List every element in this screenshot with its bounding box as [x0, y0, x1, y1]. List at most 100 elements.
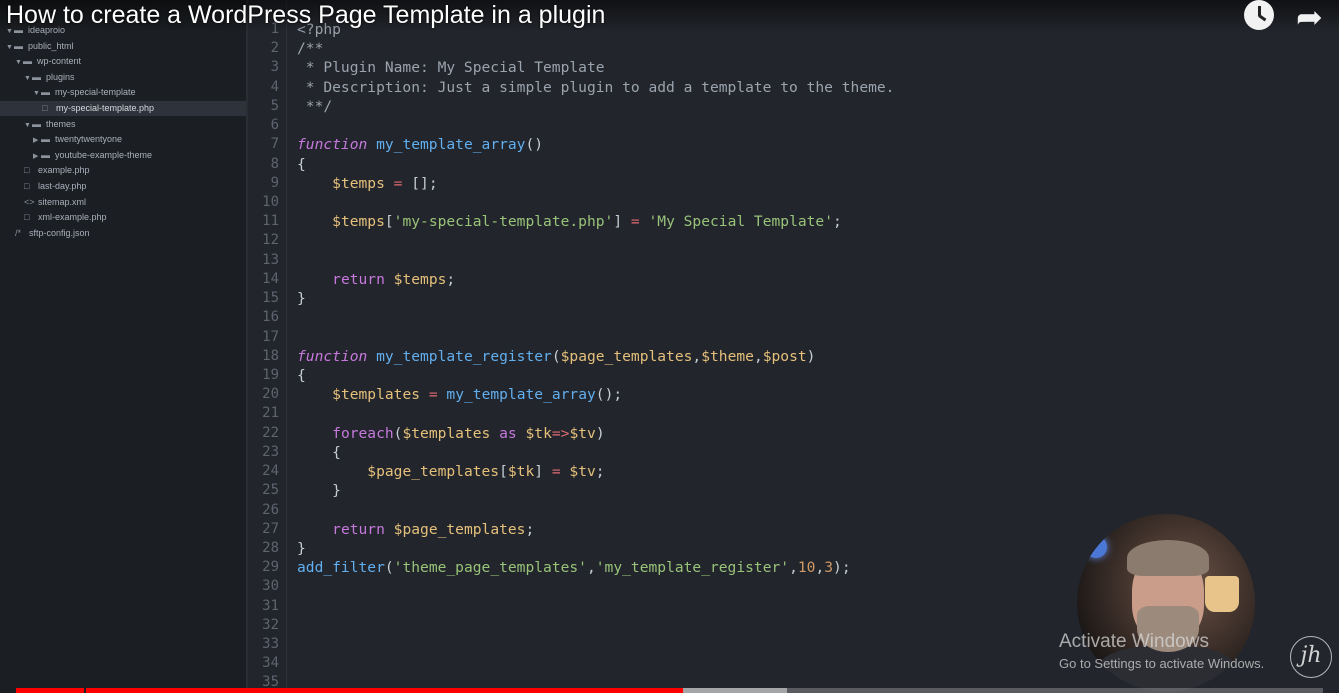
- code-line[interactable]: }: [297, 481, 341, 500]
- file-icon: □: [42, 103, 48, 113]
- line-number: 32: [262, 616, 279, 633]
- line-number: 23: [262, 443, 279, 460]
- tree-item-label: public_html: [28, 40, 74, 51]
- chevron-down-icon[interactable]: ▼: [24, 71, 32, 86]
- gutter-divider: [286, 0, 287, 693]
- line-number: 13: [262, 251, 279, 268]
- line-number: 12: [262, 232, 279, 249]
- code-line[interactable]: {: [297, 155, 306, 174]
- blue-lamp-orb: [1085, 536, 1107, 558]
- line-number: 9: [270, 174, 279, 191]
- line-number: 8: [270, 155, 279, 172]
- tree-folder[interactable]: ▼▬ my-special-template: [0, 85, 246, 100]
- code-line[interactable]: return $temps;: [297, 270, 455, 289]
- video-progress-bar[interactable]: [16, 688, 1323, 693]
- tree-folder[interactable]: ▶ ▬ twentytwentyone: [0, 132, 246, 147]
- json-file-icon: /*: [15, 227, 22, 238]
- video-title[interactable]: How to create a WordPress Page Template …: [6, 1, 605, 30]
- code-line[interactable]: {: [297, 443, 341, 462]
- code-line[interactable]: $page_templates[$tk] = $tv;: [297, 462, 604, 481]
- tree-item-label: my-special-template.php: [56, 103, 155, 113]
- code-line[interactable]: return $page_templates;: [297, 520, 534, 539]
- code-line[interactable]: $temps['my-special-template.php'] = 'My …: [297, 212, 842, 231]
- line-number: 24: [262, 463, 279, 480]
- tree-item-label: themes: [46, 118, 76, 129]
- tree-item-label: twentytwentyone: [55, 134, 123, 145]
- file-icon: □: [24, 181, 30, 191]
- line-number: 34: [262, 655, 279, 672]
- code-line[interactable]: $temps = [];: [297, 174, 437, 193]
- chevron-right-icon[interactable]: ▶: [33, 149, 41, 164]
- tree-folder[interactable]: ▶ ▬ youtube-example-theme: [0, 148, 246, 163]
- line-number: 6: [270, 117, 279, 134]
- code-line[interactable]: * Description: Just a simple plugin to a…: [297, 78, 895, 97]
- chevron-down-icon[interactable]: ▼: [33, 86, 41, 101]
- line-number: 4: [270, 78, 279, 95]
- tree-item-label: my-special-template: [55, 87, 136, 98]
- folder-icon: ▬: [14, 40, 23, 51]
- chapter-divider: [84, 688, 86, 693]
- line-number: 33: [262, 636, 279, 653]
- desk-lamp: [1205, 576, 1239, 612]
- line-number: 29: [262, 559, 279, 576]
- folder-icon: ▬: [41, 134, 50, 145]
- code-line[interactable]: * Plugin Name: My Special Template: [297, 58, 605, 77]
- tree-item-label: xml-example.php: [38, 212, 107, 223]
- line-number: 30: [262, 578, 279, 595]
- tree-item-label: plugins: [46, 71, 75, 82]
- code-line[interactable]: $templates = my_template_array();: [297, 385, 622, 404]
- code-line[interactable]: {: [297, 366, 306, 385]
- video-title-overlay: How to create a WordPress Page Template …: [0, 0, 1339, 35]
- code-line[interactable]: add_filter('theme_page_templates','my_te…: [297, 558, 851, 577]
- tree-file[interactable]: □ example.php: [0, 163, 246, 178]
- line-number: 14: [262, 270, 279, 287]
- line-number: 15: [262, 290, 279, 307]
- tree-file[interactable]: □ my-special-template.php: [0, 101, 246, 116]
- tree-file[interactable]: /* sftp-config.json: [0, 226, 246, 241]
- code-line[interactable]: }: [297, 289, 306, 308]
- code-line[interactable]: function my_template_register($page_temp…: [297, 347, 815, 366]
- code-line[interactable]: foreach($templates as $tk=>$tv): [297, 424, 604, 443]
- code-file-icon: <>: [24, 196, 35, 207]
- channel-logo-badge: jh: [1290, 636, 1332, 678]
- line-number: 16: [262, 309, 279, 326]
- tree-item-label: last-day.php: [38, 181, 87, 191]
- code-line[interactable]: /**: [297, 39, 323, 58]
- watch-later-clock-icon[interactable]: [1244, 0, 1274, 30]
- line-number: 25: [262, 482, 279, 499]
- line-number: 7: [270, 136, 279, 153]
- folder-icon: ▬: [32, 71, 41, 82]
- tree-folder[interactable]: ▼▬ wp-content: [0, 54, 246, 69]
- line-number: 2: [270, 40, 279, 57]
- folder-icon: ▬: [23, 56, 32, 67]
- chevron-down-icon[interactable]: ▼: [6, 40, 14, 55]
- share-arrow-icon[interactable]: ➦: [1296, 0, 1323, 36]
- tree-item-label: sftp-config.json: [29, 227, 90, 238]
- folder-icon: ▬: [41, 149, 50, 160]
- progress-played: [16, 688, 683, 693]
- line-number: 18: [262, 347, 279, 364]
- line-number: 21: [262, 405, 279, 422]
- tree-folder[interactable]: ▼▬ plugins: [0, 70, 246, 85]
- code-line[interactable]: **/: [297, 97, 332, 116]
- tree-item-label: example.php: [38, 165, 90, 176]
- line-number: 26: [262, 501, 279, 518]
- tree-file[interactable]: <> sitemap.xml: [0, 195, 246, 210]
- tree-file[interactable]: □ last-day.php: [0, 179, 246, 194]
- tree-file[interactable]: □ xml-example.php: [0, 210, 246, 225]
- line-number: 17: [262, 328, 279, 345]
- code-line[interactable]: }: [297, 539, 306, 558]
- line-number: 31: [262, 597, 279, 614]
- tree-folder[interactable]: ▼▬ public_html: [0, 39, 246, 54]
- code-line[interactable]: function my_template_array(): [297, 135, 543, 154]
- line-number: 10: [262, 193, 279, 210]
- chevron-down-icon[interactable]: ▼: [24, 118, 32, 133]
- tree-folder[interactable]: ▼▬ themes: [0, 117, 246, 132]
- file-tree-sidebar: ▼▬ideaproio▼▬public_html▼▬wp-content▼▬pl…: [0, 0, 248, 693]
- line-number: 20: [262, 386, 279, 403]
- tree-item-label: sitemap.xml: [38, 196, 87, 207]
- folder-icon: ▬: [41, 87, 50, 98]
- chevron-down-icon[interactable]: ▼: [15, 55, 23, 70]
- chevron-right-icon[interactable]: ▶: [33, 133, 41, 148]
- file-icon: □: [24, 212, 30, 223]
